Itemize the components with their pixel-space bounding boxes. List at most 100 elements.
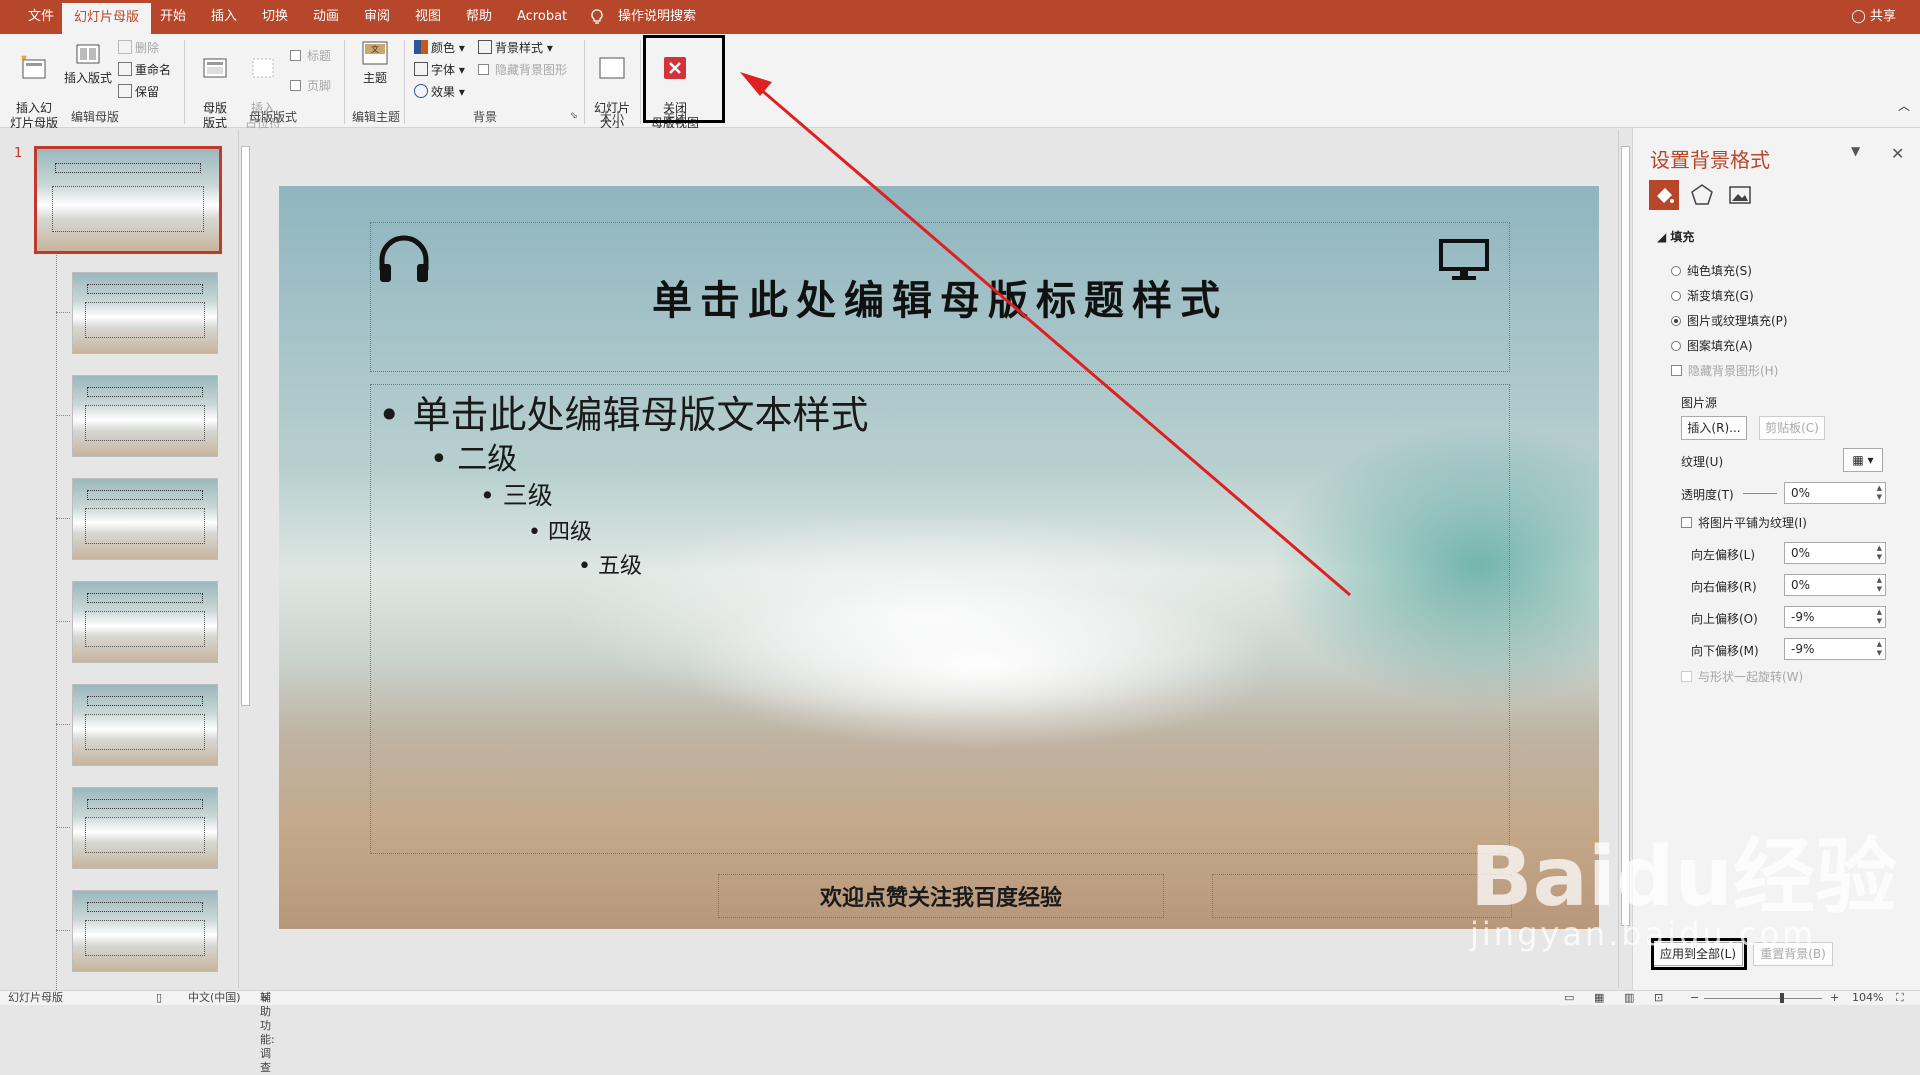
zoom-out-icon[interactable]: − bbox=[1690, 991, 1699, 1005]
fonts-label: 字体 bbox=[431, 63, 456, 77]
pin-icon bbox=[118, 84, 132, 98]
insert-layout-button[interactable]: 插入版式 bbox=[62, 38, 114, 86]
rename-icon bbox=[118, 62, 132, 76]
transparency-input[interactable]: 0% ▲ ▼ bbox=[1784, 482, 1886, 504]
picture-tab-icon[interactable] bbox=[1725, 180, 1755, 210]
thumbnail-layout[interactable] bbox=[72, 581, 218, 663]
tree-connector bbox=[56, 621, 70, 622]
transparency-slider[interactable] bbox=[1743, 493, 1777, 494]
status-language[interactable]: 中文(中国) bbox=[188, 991, 241, 1005]
offset-left-input[interactable]: 0% ▲ ▼ bbox=[1784, 542, 1886, 564]
tab-slide-master[interactable]: 幻灯片母版 bbox=[62, 3, 152, 34]
slideshow-icon[interactable]: ⊡ bbox=[1654, 991, 1663, 1005]
fonts-dropdown[interactable]: 字体 ▾ bbox=[414, 60, 465, 80]
spinner-arrows-icon[interactable]: ▲ ▼ bbox=[1877, 576, 1882, 594]
thumbnail-scrollbar[interactable] bbox=[238, 130, 252, 988]
spinner-arrows-icon[interactable]: ▲ ▼ bbox=[1877, 608, 1882, 626]
tab-transitions[interactable]: 切换 bbox=[250, 0, 300, 34]
texture-dropdown[interactable]: ▦ ▾ bbox=[1843, 448, 1883, 472]
scroll-thumb[interactable] bbox=[241, 146, 250, 706]
delete-icon bbox=[118, 40, 132, 54]
tell-me-search[interactable]: 操作说明搜索 bbox=[606, 0, 708, 34]
colors-dropdown[interactable]: 颜色 ▾ bbox=[414, 38, 465, 58]
zoom-level[interactable]: 104% bbox=[1852, 991, 1883, 1005]
thumbnail-layout[interactable] bbox=[72, 478, 218, 560]
dialog-launcher-icon[interactable]: ⬂ bbox=[570, 106, 578, 126]
thumbnail-layout[interactable] bbox=[72, 272, 218, 354]
accessibility-label: 辅助功能: 调查 bbox=[260, 991, 275, 1074]
tree-connector bbox=[56, 724, 70, 725]
body-placeholder[interactable] bbox=[370, 384, 1510, 854]
tab-file[interactable]: 文件 bbox=[16, 0, 66, 34]
fit-to-window-icon[interactable]: ⛶ bbox=[1896, 991, 1904, 1005]
apply-button-highlight-box bbox=[1651, 938, 1747, 970]
zoom-slider[interactable] bbox=[1704, 998, 1822, 999]
spinner-arrows-icon[interactable]: ▲ ▼ bbox=[1877, 640, 1882, 658]
group-separator bbox=[344, 40, 345, 124]
tab-review[interactable]: 审阅 bbox=[352, 0, 402, 34]
tab-insert[interactable]: 插入 bbox=[199, 0, 249, 34]
rename-button[interactable]: 重命名 bbox=[118, 60, 171, 80]
colors-icon bbox=[414, 40, 428, 54]
fill-section-header[interactable]: ◢ 填充 bbox=[1657, 228, 1694, 245]
zoom-in-icon[interactable]: + bbox=[1830, 991, 1839, 1005]
preserve-button[interactable]: 保留 bbox=[118, 82, 159, 102]
pane-title: 设置背景格式 bbox=[1650, 148, 1770, 172]
fill-tab-icon[interactable] bbox=[1649, 180, 1679, 210]
notes-icon[interactable]: ▯ bbox=[156, 991, 162, 1005]
spinner-arrows-icon[interactable]: ▲ ▼ bbox=[1877, 484, 1882, 502]
footer-checkbox[interactable]: 页脚 bbox=[290, 76, 331, 96]
insert-picture-button[interactable]: 插入(R)... bbox=[1681, 416, 1747, 440]
thumbnail-layout[interactable] bbox=[72, 684, 218, 766]
spinner-arrows-icon[interactable]: ▲ ▼ bbox=[1877, 544, 1882, 562]
offset-top-label: 向上偏移(O) bbox=[1691, 612, 1758, 626]
slide-sorter-icon[interactable]: ▦ bbox=[1594, 991, 1604, 1005]
offset-bottom-input[interactable]: -9% ▲ ▼ bbox=[1784, 638, 1886, 660]
status-bar: 幻灯片母版 ▯ 中文(中国) ♿ 辅助功能: 调查 ▭ ▦ ▥ ⊡ − + 10… bbox=[0, 990, 1920, 1074]
tile-checkbox[interactable]: 将图片平铺为纹理(I) bbox=[1681, 514, 1807, 531]
hide-bg-graphics-checkbox[interactable]: 隐藏背景图形(H) bbox=[1671, 362, 1778, 379]
rotate-with-shape-checkbox[interactable]: 与形状一起旋转(W) bbox=[1681, 668, 1803, 685]
effects-tab-icon[interactable] bbox=[1687, 180, 1717, 210]
offset-top-input[interactable]: -9% ▲ ▼ bbox=[1784, 606, 1886, 628]
radio-solid-fill[interactable]: 纯色填充(S) bbox=[1671, 262, 1752, 279]
reading-view-icon[interactable]: ▥ bbox=[1624, 991, 1634, 1005]
radio-picture-fill[interactable]: 图片或纹理填充(P) bbox=[1671, 312, 1788, 329]
tab-acrobat[interactable]: Acrobat bbox=[505, 0, 579, 34]
group-label-edit-master: 编辑母版 bbox=[70, 110, 119, 124]
reset-background-button[interactable]: 重置背景(B) bbox=[1753, 942, 1833, 966]
share-button[interactable]: ◯ 共享 bbox=[1851, 0, 1896, 34]
bg-styles-dropdown[interactable]: 背景样式 ▾ bbox=[478, 38, 553, 58]
bullet-text: 五级 bbox=[597, 554, 642, 579]
ribbon-tab-bar: 文件 幻灯片母版 开始 插入 切换 动画 审阅 视图 帮助 Acrobat 操作… bbox=[0, 0, 1920, 34]
collapse-ribbon-icon[interactable]: ︿ bbox=[1898, 96, 1910, 116]
thumbnail-layout[interactable] bbox=[72, 375, 218, 457]
slide-number-placeholder[interactable] bbox=[1212, 874, 1512, 918]
pane-options-icon[interactable]: ▼ bbox=[1851, 144, 1860, 158]
tab-home[interactable]: 开始 bbox=[148, 0, 198, 34]
thumbnail-layout[interactable] bbox=[72, 787, 218, 869]
title-checkbox[interactable]: 标题 bbox=[290, 46, 331, 66]
radio-label: 渐变填充(G) bbox=[1687, 289, 1754, 303]
tab-view[interactable]: 视图 bbox=[403, 0, 453, 34]
tab-help[interactable]: 帮助 bbox=[454, 0, 504, 34]
radio-pattern-fill[interactable]: 图案填充(A) bbox=[1671, 337, 1753, 354]
effects-dropdown[interactable]: 效果 ▾ bbox=[414, 82, 465, 102]
scroll-thumb[interactable] bbox=[1621, 146, 1630, 926]
normal-view-icon[interactable]: ▭ bbox=[1564, 991, 1574, 1005]
tree-connector bbox=[56, 930, 70, 931]
thumbnail-master[interactable] bbox=[34, 146, 222, 254]
tree-connector bbox=[56, 518, 70, 519]
themes-button[interactable]: 文 主题 bbox=[352, 38, 398, 86]
delete-button[interactable]: 删除 bbox=[118, 38, 159, 58]
radio-gradient-fill[interactable]: 渐变填充(G) bbox=[1671, 287, 1754, 304]
effects-icon bbox=[414, 84, 428, 98]
clipboard-button[interactable]: 剪贴板(C) bbox=[1759, 416, 1825, 440]
thumbnail-layout[interactable] bbox=[72, 890, 218, 972]
offset-right-input[interactable]: 0% ▲ ▼ bbox=[1784, 574, 1886, 596]
close-icon[interactable]: ✕ bbox=[1891, 144, 1904, 163]
zoom-slider-thumb[interactable] bbox=[1780, 993, 1784, 1003]
hide-bg-checkbox[interactable]: 隐藏背景图形 bbox=[478, 60, 567, 80]
tab-animations[interactable]: 动画 bbox=[301, 0, 351, 34]
canvas-scrollbar[interactable] bbox=[1618, 130, 1632, 988]
